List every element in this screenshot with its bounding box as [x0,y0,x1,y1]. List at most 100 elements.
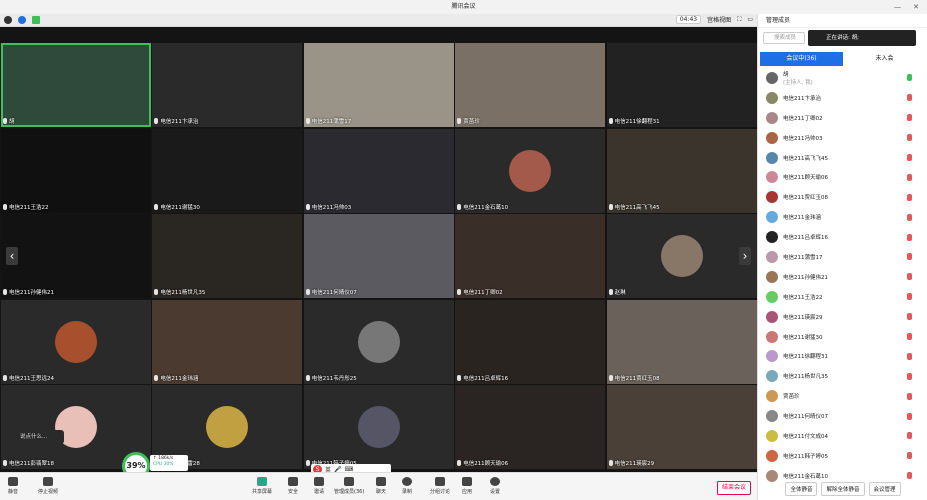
mic-muted-icon[interactable] [907,193,912,201]
mic-muted-icon[interactable] [907,432,912,440]
member-row[interactable]: 电信211王浩22 [758,287,927,307]
video-tile[interactable]: 电信211卞承治 [152,43,303,127]
member-row[interactable]: 电信211金玮涵 [758,207,927,227]
title-bar: 腾讯会议 — ✕ [0,0,927,14]
signal-icon[interactable] [32,16,40,24]
member-row[interactable]: 电信211付文成04 [758,426,927,446]
mic-muted-icon[interactable] [907,233,912,241]
mic-muted-icon[interactable] [907,114,912,122]
mic-muted-icon[interactable] [907,173,912,181]
settings-button[interactable]: 设置 [490,477,500,495]
chat-popup[interactable]: 说点什么... [6,430,64,444]
video-tile[interactable]: 电信211蒲雪17 [303,43,454,127]
video-tile[interactable]: 电信211吕卓辉16 [455,299,606,384]
video-tile[interactable]: 电信211冯帅03 [303,128,454,213]
video-tile[interactable]: 电信211高飞飞45 [606,128,757,213]
member-row[interactable]: 电信211高飞飞45 [758,148,927,168]
mic-muted-icon[interactable] [907,333,912,341]
close-icon[interactable]: ✕ [913,0,919,14]
member-row[interactable]: 电信211杨世凡35 [758,366,927,386]
mic-muted-icon[interactable] [907,154,912,161]
video-tile[interactable]: 电信211谢猛30 [152,128,303,213]
mute-label: 静音 [8,489,19,495]
shield-icon[interactable] [18,16,26,24]
invite-button[interactable]: 邀请 [314,477,324,495]
stop-video-button[interactable]: 停止视频 [38,477,58,495]
video-tile[interactable]: 胡 [1,43,151,127]
mute-all-button[interactable]: 全体静音 [785,482,818,496]
chat-button[interactable]: 聊天 [376,477,386,495]
video-tile[interactable]: 电信211贾红玉08 [606,299,757,384]
member-name-block: 电信211韩子婷05 [783,452,828,460]
mic-muted-icon[interactable] [907,412,912,420]
share-screen-button[interactable]: 共享屏幕 [252,477,272,495]
next-page-button[interactable]: › [739,247,751,265]
mic-muted-icon[interactable] [907,352,912,360]
settings-label: 设置 [490,489,501,495]
record-button[interactable]: 录制 [402,477,412,495]
mic-muted-icon[interactable] [907,253,912,261]
avatar [766,449,778,462]
video-tile[interactable]: 电信211丁卿02 [455,214,606,299]
member-row[interactable]: 胡 (主持人, 我) [758,68,927,88]
member-row[interactable]: 电信211韩子婷05 [758,446,927,466]
video-tile[interactable]: 电信211孙健伟21 [1,214,151,299]
tab-not-joined[interactable]: 未入会 [843,52,926,66]
info-icon[interactable] [4,16,12,24]
member-row[interactable]: 电信211冯帅03 [758,128,927,148]
video-tile[interactable]: 电信211金玮涵 [152,299,303,384]
prev-page-button[interactable]: ‹ [6,247,18,265]
member-name: 电信211高飞飞45 [783,155,828,162]
member-row[interactable]: 电信211孙健伟21 [758,267,927,287]
member-row[interactable]: 电信211蒲雪17 [758,247,927,267]
layout-icon[interactable]: ▭ [747,16,753,23]
member-row[interactable]: 电信211贾红玉08 [758,187,927,207]
end-meeting-button[interactable]: 结束会议 [717,481,751,495]
video-tile[interactable]: 电信211瑛宸29 [606,385,757,470]
video-tile[interactable]: 赵琳 [606,214,757,299]
mic-icon[interactable] [907,74,912,82]
video-tile[interactable]: 电信211王浩22 [1,128,151,213]
video-tile[interactable]: 电信211何晴仪07 [303,214,454,299]
apps-button[interactable]: 应用 [462,477,472,495]
video-tile[interactable]: 电信211徐翻程31 [606,43,757,127]
mic-muted-icon[interactable] [907,134,912,142]
video-tile[interactable]: 电信211金石葛10 [455,128,606,213]
tile-name-label: 电信211杨世凡35 [154,288,205,296]
member-row[interactable]: 电信211卞承治 [758,88,927,108]
member-row[interactable]: 电信211谢猛30 [758,327,927,347]
mic-muted-icon[interactable] [907,452,912,460]
member-row[interactable]: 电信211瑛宸29 [758,307,927,327]
member-row[interactable]: 电信211何晴仪07 [758,406,927,426]
meeting-manage-button[interactable]: 会议管理 [868,482,901,496]
mic-muted-icon[interactable] [907,313,912,321]
minimize-icon[interactable]: — [894,0,901,14]
member-row[interactable]: 贾菡珍 [758,386,927,406]
tab-in-meeting[interactable]: 会议中(36) [760,52,843,66]
mic-muted-icon[interactable] [907,293,912,301]
video-tile[interactable]: 电信211王思远24 [1,299,151,384]
mic-muted-icon[interactable] [907,213,912,221]
mute-button[interactable]: 静音 [8,477,18,495]
video-tile[interactable]: 电信211杨世凡35 [152,214,303,299]
member-row[interactable]: 电信211徐翻程31 [758,346,927,366]
member-row[interactable]: 电信211吕卓辉16 [758,227,927,247]
members-button[interactable]: 管理成员(36) [334,477,364,495]
member-row[interactable]: 电信211顾天瑜06 [758,167,927,187]
member-search-input[interactable]: 搜索成员 [763,32,805,44]
video-tile[interactable]: 电信211韩子婷05 [303,385,454,470]
video-tile[interactable]: 电信211顾天瑜06 [455,385,606,470]
video-tile[interactable]: 贾菡珍 [455,43,606,127]
security-button[interactable]: 安全 [288,477,298,495]
mic-muted-icon[interactable] [907,94,912,102]
mic-muted-icon[interactable] [907,273,912,281]
unmute-all-button[interactable]: 解除全体静音 [821,482,865,496]
mic-muted-icon[interactable] [907,372,912,380]
breakout-button[interactable]: 分组讨论 [430,477,450,495]
mic-muted-icon[interactable] [907,392,912,400]
tile-name-label: 贾菡珍 [457,117,480,125]
member-row[interactable]: 电信211丁卿02 [758,108,927,128]
view-mode-button[interactable]: 宫格视图 [707,15,731,24]
video-tile[interactable]: 电信211韦丹彤25 [303,299,454,384]
fullscreen-icon[interactable]: ⛶ [737,16,741,24]
